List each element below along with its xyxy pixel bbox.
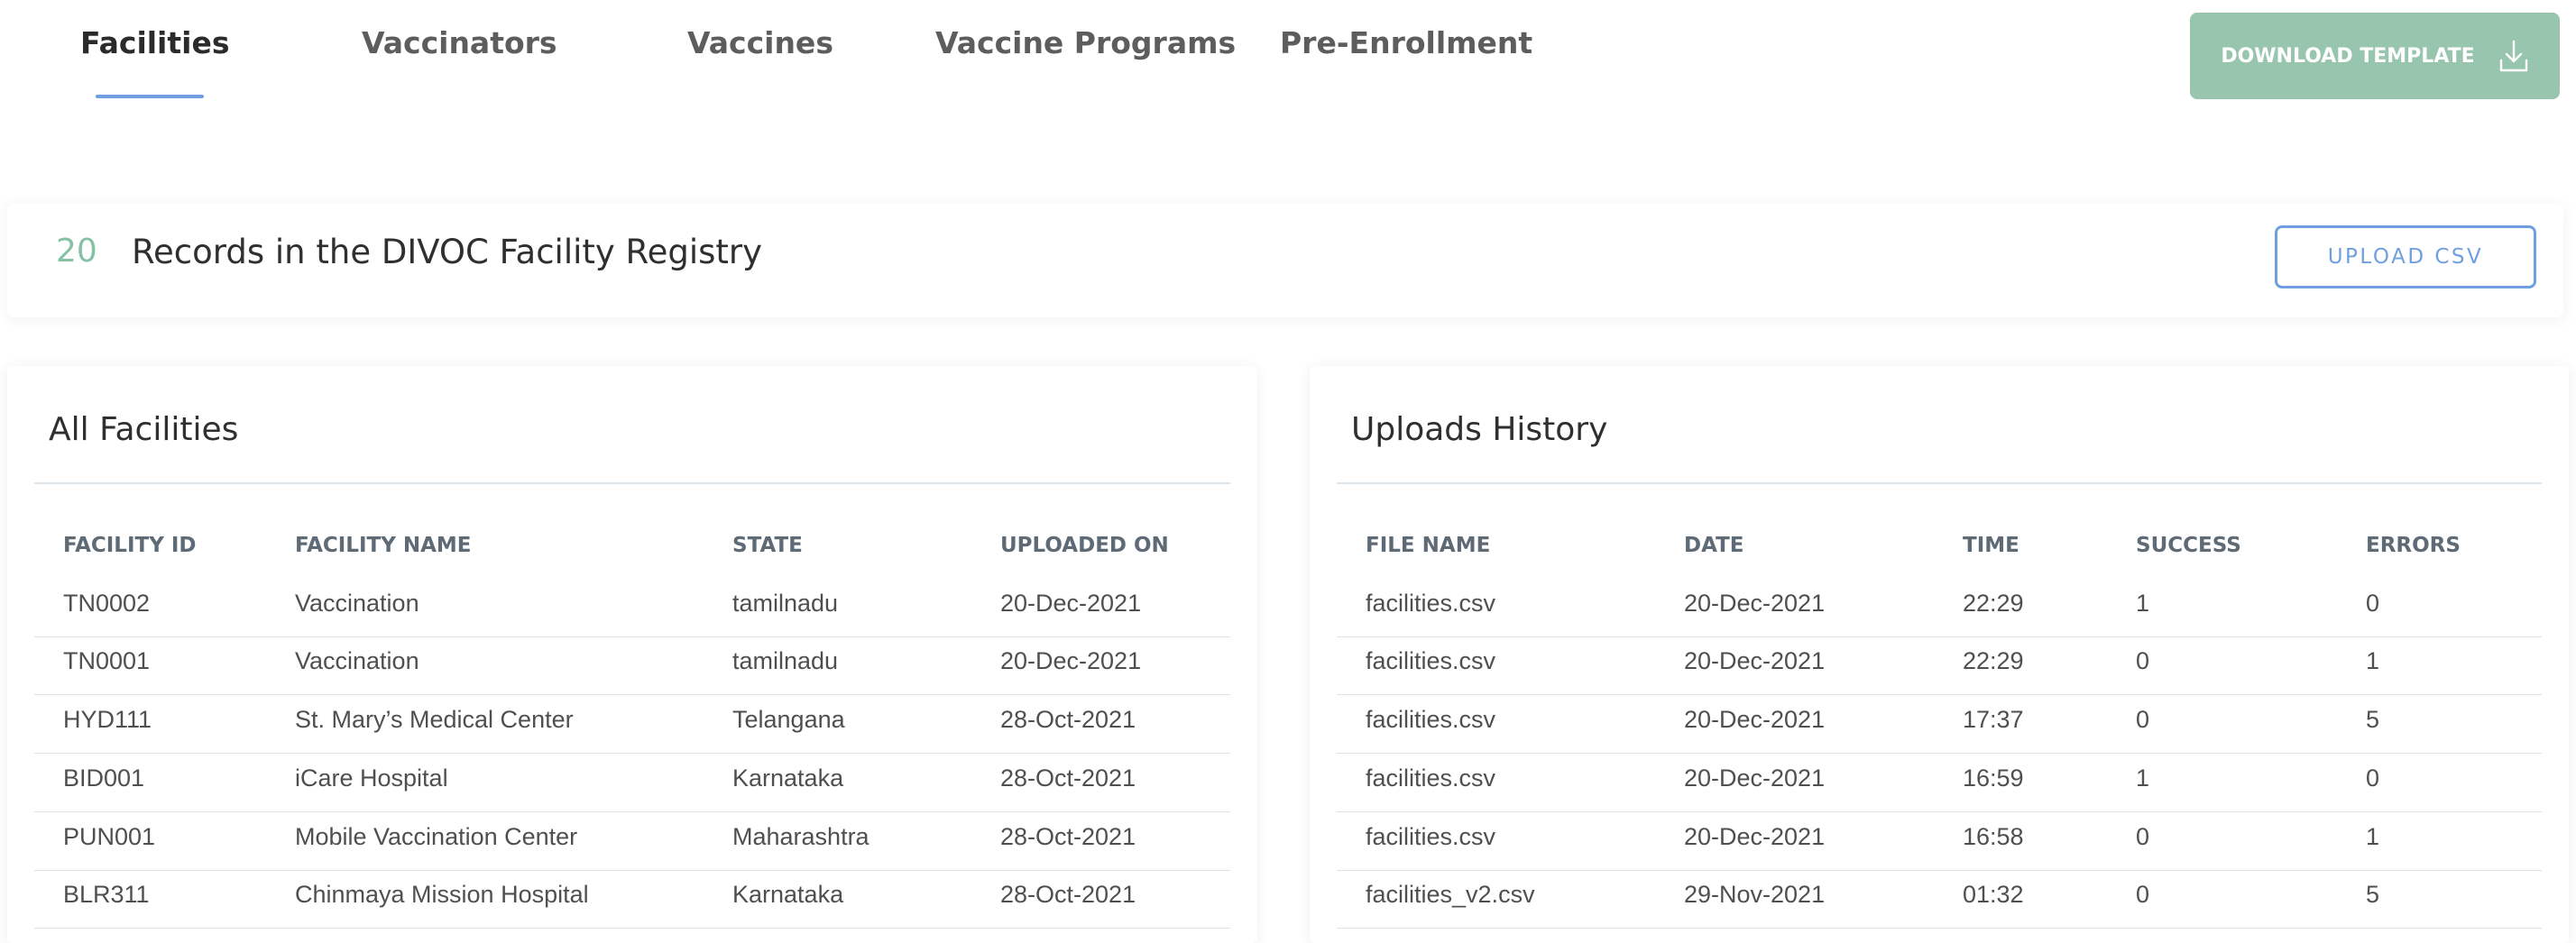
success-cell: 0 bbox=[2136, 706, 2150, 733]
table-row[interactable]: facilities_v2.csv 29-Nov-2021 01:32 0 5 bbox=[1337, 870, 2542, 929]
file-name-cell: facilities.csv bbox=[1366, 706, 1496, 733]
uploaded-on-cell: 28-Oct-2021 bbox=[1000, 881, 1136, 908]
time-cell: 16:59 bbox=[1963, 764, 2024, 792]
uploaded-on-cell: 28-Oct-2021 bbox=[1000, 823, 1136, 850]
facility-id-cell: TN0001 bbox=[63, 647, 151, 674]
table-row[interactable]: BID001 iCare Hospital Karnataka 28-Oct-2… bbox=[34, 754, 1230, 812]
errors-cell: 5 bbox=[2366, 706, 2380, 733]
all-facilities-panel: All Facilities FACILITY ID FACILITY NAME… bbox=[7, 366, 1257, 943]
table-row[interactable]: facilities.csv 20-Dec-2021 22:29 1 0 bbox=[1337, 579, 2542, 637]
facility-id-cell: HYD111 bbox=[63, 706, 152, 733]
column-header-errors: ERRORS bbox=[2366, 534, 2461, 557]
date-cell: 20-Dec-2021 bbox=[1684, 590, 1826, 617]
facility-name-cell: iCare Hospital bbox=[295, 764, 448, 792]
column-header-uploaded-on: UPLOADED ON bbox=[1000, 534, 1169, 557]
state-cell: Telangana bbox=[732, 706, 845, 733]
tab-vaccinators[interactable]: Vaccinators bbox=[362, 25, 557, 60]
state-cell: Maharashtra bbox=[732, 823, 869, 850]
state-cell: Karnataka bbox=[732, 881, 844, 908]
tab-facilities[interactable]: Facilities bbox=[80, 25, 229, 60]
facility-name-cell: Chinmaya Mission Hospital bbox=[295, 881, 589, 908]
facility-id-cell: TN0002 bbox=[63, 590, 151, 617]
facility-name-cell: Vaccination bbox=[295, 590, 419, 617]
uploaded-on-cell: 28-Oct-2021 bbox=[1000, 706, 1136, 733]
time-cell: 22:29 bbox=[1963, 590, 2024, 617]
uploads-history-panel: Uploads History FILE NAME DATE TIME SUCC… bbox=[1310, 366, 2569, 943]
date-cell: 20-Dec-2021 bbox=[1684, 706, 1826, 733]
success-cell: 0 bbox=[2136, 823, 2150, 850]
table-row[interactable]: BLR311 Chinmaya Mission Hospital Karnata… bbox=[34, 870, 1230, 929]
facility-id-cell: BID001 bbox=[63, 764, 145, 792]
success-cell: 1 bbox=[2136, 590, 2150, 617]
date-cell: 20-Dec-2021 bbox=[1684, 647, 1826, 674]
panel-divider bbox=[1337, 482, 2542, 484]
success-cell: 1 bbox=[2136, 764, 2150, 792]
file-name-cell: facilities.csv bbox=[1366, 764, 1496, 792]
date-cell: 29-Nov-2021 bbox=[1684, 881, 1826, 908]
time-cell: 01:32 bbox=[1963, 881, 2024, 908]
column-header-facility-id: FACILITY ID bbox=[63, 534, 197, 557]
state-cell: tamilnadu bbox=[732, 590, 839, 617]
tab-vaccine-programs[interactable]: Vaccine Programs bbox=[935, 25, 1236, 60]
download-icon bbox=[2499, 40, 2527, 72]
top-navigation: Facilities Vaccinators Vaccines Vaccine … bbox=[0, 0, 2576, 117]
file-name-cell: facilities.csv bbox=[1366, 823, 1496, 850]
upload-csv-button[interactable]: UPLOAD CSV bbox=[2275, 225, 2536, 288]
active-tab-indicator bbox=[96, 95, 204, 98]
table-row[interactable]: TN0001 Vaccination tamilnadu 20-Dec-2021 bbox=[34, 636, 1230, 695]
success-cell: 0 bbox=[2136, 881, 2150, 908]
tab-pre-enrollment[interactable]: Pre-Enrollment bbox=[1280, 25, 1532, 60]
panel-divider bbox=[34, 482, 1230, 484]
file-name-cell: facilities.csv bbox=[1366, 590, 1496, 617]
time-cell: 17:37 bbox=[1963, 706, 2024, 733]
table-row[interactable]: TN0002 Vaccination tamilnadu 20-Dec-2021 bbox=[34, 579, 1230, 637]
table-row[interactable]: facilities.csv 20-Dec-2021 17:37 0 5 bbox=[1337, 695, 2542, 754]
errors-cell: 1 bbox=[2366, 823, 2380, 850]
success-cell: 0 bbox=[2136, 647, 2150, 674]
date-cell: 20-Dec-2021 bbox=[1684, 764, 1826, 792]
tab-vaccines[interactable]: Vaccines bbox=[687, 25, 833, 60]
records-count: 20 bbox=[56, 233, 97, 270]
download-template-label: DOWNLOAD TEMPLATE bbox=[2221, 44, 2475, 68]
table-row[interactable]: PUN001 Mobile Vaccination Center Maharas… bbox=[34, 812, 1230, 871]
uploaded-on-cell: 28-Oct-2021 bbox=[1000, 764, 1136, 792]
records-title: Records in the DIVOC Facility Registry bbox=[132, 233, 763, 271]
state-cell: Karnataka bbox=[732, 764, 844, 792]
column-header-date: DATE bbox=[1684, 534, 1744, 557]
table-row[interactable]: facilities.csv 20-Dec-2021 16:59 1 0 bbox=[1337, 754, 2542, 812]
date-cell: 20-Dec-2021 bbox=[1684, 823, 1826, 850]
column-header-time: TIME bbox=[1963, 534, 2019, 557]
table-row[interactable]: facilities.csv 20-Dec-2021 16:58 0 1 bbox=[1337, 812, 2542, 871]
column-header-success: SUCCESS bbox=[2136, 534, 2241, 557]
table-row[interactable]: HYD111 St. Mary’s Medical Center Telanga… bbox=[34, 695, 1230, 754]
errors-cell: 1 bbox=[2366, 647, 2380, 674]
column-header-file-name: FILE NAME bbox=[1366, 534, 1491, 557]
time-cell: 16:58 bbox=[1963, 823, 2024, 850]
all-facilities-title: All Facilities bbox=[49, 411, 239, 448]
facility-id-cell: BLR311 bbox=[63, 881, 150, 908]
file-name-cell: facilities_v2.csv bbox=[1366, 881, 1535, 908]
state-cell: tamilnadu bbox=[732, 647, 839, 674]
table-row[interactable]: facilities.csv 20-Dec-2021 22:29 0 1 bbox=[1337, 636, 2542, 695]
file-name-cell: facilities.csv bbox=[1366, 647, 1496, 674]
facility-id-cell: PUN001 bbox=[63, 823, 156, 850]
time-cell: 22:29 bbox=[1963, 647, 2024, 674]
download-template-button[interactable]: DOWNLOAD TEMPLATE bbox=[2190, 13, 2560, 99]
uploaded-on-cell: 20-Dec-2021 bbox=[1000, 590, 1142, 617]
errors-cell: 0 bbox=[2366, 590, 2380, 617]
column-header-state: STATE bbox=[732, 534, 803, 557]
facility-name-cell: Vaccination bbox=[295, 647, 419, 674]
errors-cell: 5 bbox=[2366, 881, 2380, 908]
uploaded-on-cell: 20-Dec-2021 bbox=[1000, 647, 1142, 674]
records-summary-card: 20 Records in the DIVOC Facility Registr… bbox=[7, 204, 2563, 317]
column-header-facility-name: FACILITY NAME bbox=[295, 534, 472, 557]
facility-name-cell: St. Mary’s Medical Center bbox=[295, 706, 574, 733]
errors-cell: 0 bbox=[2366, 764, 2380, 792]
uploads-history-title: Uploads History bbox=[1351, 411, 1608, 448]
facility-name-cell: Mobile Vaccination Center bbox=[295, 823, 578, 850]
